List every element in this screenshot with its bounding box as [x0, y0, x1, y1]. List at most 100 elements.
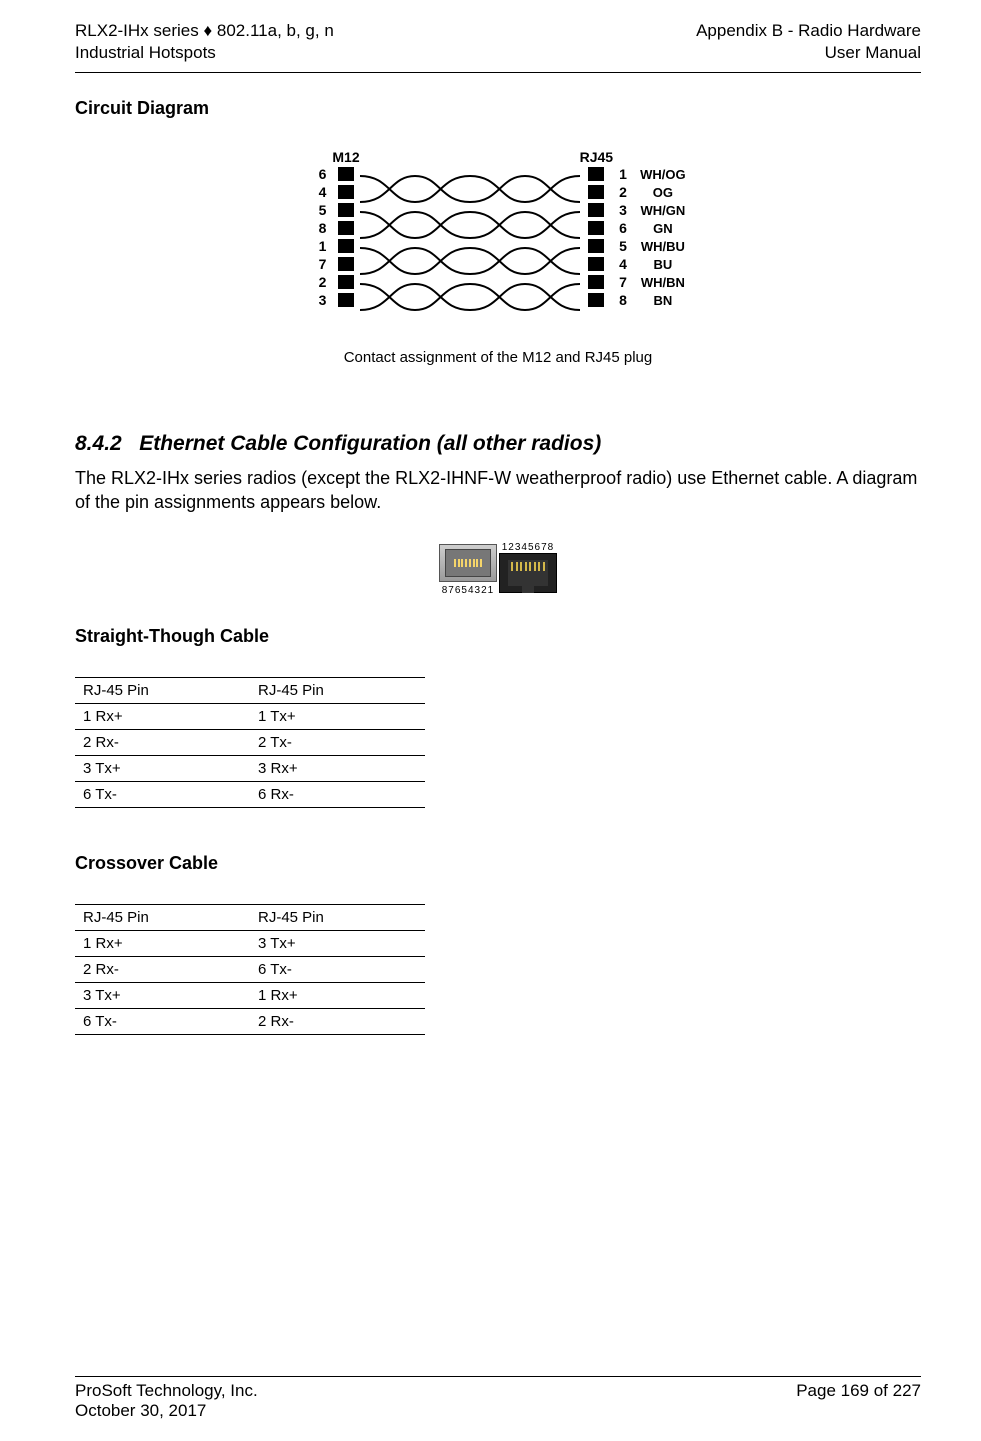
m12-block-icon	[338, 293, 354, 307]
table-cell: 2 Rx-	[250, 1008, 425, 1034]
section-heading: 8.4.2 Ethernet Cable Configuration (all …	[75, 432, 921, 456]
header-product: RLX2-IHx series ♦ 802.11a, b, g, n	[75, 20, 334, 42]
section-number: 8.4.2	[75, 432, 122, 455]
rj45-block-icon	[588, 221, 604, 235]
rj45-pin: 8	[613, 291, 635, 309]
circuit-diagram-heading: Circuit Diagram	[75, 98, 921, 119]
m12-block-icon	[338, 203, 354, 217]
table-cell: 2 Rx-	[75, 729, 250, 755]
rj45-block-icon	[588, 185, 604, 199]
rj45-plug-icon	[439, 540, 497, 585]
rj45-block-icon	[588, 275, 604, 289]
wire-color: BU	[635, 255, 686, 273]
table-cell: 2 Tx-	[250, 729, 425, 755]
rj45-jack-icon	[499, 553, 557, 593]
rj45-pin: 5	[613, 237, 635, 255]
wire-color: BN	[635, 291, 686, 309]
wire-row: 6 1 WH/OG	[310, 165, 685, 183]
header-right: Appendix B - Radio Hardware User Manual	[696, 20, 921, 64]
table-cell: 1 Rx+	[75, 703, 250, 729]
table-row: 1 Rx+3 Tx+	[75, 930, 425, 956]
footer-divider	[75, 1376, 921, 1377]
section-body: The RLX2-IHx series radios (except the R…	[75, 466, 921, 515]
footer-left: ProSoft Technology, Inc. October 30, 201…	[75, 1381, 258, 1421]
header-subtitle: Industrial Hotspots	[75, 42, 334, 64]
m12-pin: 7	[310, 255, 332, 273]
circuit-diagram: M12 RJ45 6 1 WH/OG 4 2 OG 5	[75, 149, 921, 367]
footer-page-number: Page 169 of 227	[796, 1381, 921, 1421]
wire-row: 1 5 WH/BU	[310, 237, 685, 255]
rj45-block-icon	[588, 293, 604, 307]
rj45-block-icon	[588, 239, 604, 253]
table-cell: 6 Tx-	[75, 1008, 250, 1034]
page-footer: ProSoft Technology, Inc. October 30, 201…	[75, 1376, 921, 1421]
table-cell: 2 Rx-	[75, 956, 250, 982]
header-divider	[75, 72, 921, 73]
crossover-table: RJ-45 Pin RJ-45 Pin 1 Rx+3 Tx+2 Rx-6 Tx-…	[75, 904, 425, 1035]
diagram-caption: Contact assignment of the M12 and RJ45 p…	[310, 349, 685, 366]
rj45-bottom-numbers: 87654321	[442, 585, 495, 596]
table-cell: 1 Rx+	[250, 982, 425, 1008]
wire-color: GN	[635, 219, 686, 237]
page-content: Circuit Diagram M12 RJ45 6 1 WH/OG 4	[75, 98, 921, 1035]
rj45-pin: 4	[613, 255, 635, 273]
m12-pin: 4	[310, 183, 332, 201]
wire-color: OG	[635, 183, 686, 201]
wire-color: WH/GN	[635, 201, 686, 219]
section-title: Ethernet Cable Configuration (all other …	[139, 432, 601, 455]
page-header: RLX2-IHx series ♦ 802.11a, b, g, n Indus…	[75, 20, 921, 64]
table-header: RJ-45 Pin	[75, 904, 250, 930]
wire-pair-icon	[360, 273, 580, 309]
m12-block-icon	[338, 275, 354, 289]
m12-pin: 3	[310, 291, 332, 309]
table-cell: 6 Rx-	[250, 781, 425, 807]
wire-pair-icon	[360, 201, 580, 237]
rj45-pin: 6	[613, 219, 635, 237]
table-header: RJ-45 Pin	[250, 677, 425, 703]
diagram-label-rj45: RJ45	[580, 149, 613, 165]
header-left: RLX2-IHx series ♦ 802.11a, b, g, n Indus…	[75, 20, 334, 64]
table-row: 3 Tx+1 Rx+	[75, 982, 425, 1008]
table-row: 6 Tx-6 Rx-	[75, 781, 425, 807]
rj45-block-icon	[588, 167, 604, 181]
table-cell: 3 Tx+	[75, 982, 250, 1008]
rj45-pin: 3	[613, 201, 635, 219]
table-row: RJ-45 Pin RJ-45 Pin	[75, 904, 425, 930]
wire-pair-icon	[360, 237, 580, 273]
m12-pin: 5	[310, 201, 332, 219]
diagram-label-m12: M12	[332, 149, 359, 165]
straight-through-heading: Straight-Though Cable	[75, 626, 921, 647]
m12-block-icon	[338, 239, 354, 253]
table-row: RJ-45 Pin RJ-45 Pin	[75, 677, 425, 703]
table-header: RJ-45 Pin	[75, 677, 250, 703]
table-row: 3 Tx+3 Rx+	[75, 755, 425, 781]
wire-color: WH/BN	[635, 273, 686, 291]
rj45-pin: 7	[613, 273, 635, 291]
straight-through-table: RJ-45 Pin RJ-45 Pin 1 Rx+1 Tx+2 Rx-2 Tx-…	[75, 677, 425, 808]
m12-pin: 6	[310, 165, 332, 183]
m12-pin: 1	[310, 237, 332, 255]
rj45-diagram: 87654321 12345678	[75, 540, 921, 596]
rj45-pin: 2	[613, 183, 635, 201]
table-cell: 6 Tx-	[75, 781, 250, 807]
m12-pin: 8	[310, 219, 332, 237]
wire-pair-icon	[360, 165, 580, 201]
table-row: 1 Rx+1 Tx+	[75, 703, 425, 729]
table-cell: 3 Tx+	[75, 755, 250, 781]
table-cell: 1 Rx+	[75, 930, 250, 956]
table-cell: 3 Tx+	[250, 930, 425, 956]
rj45-top-numbers: 12345678	[502, 542, 555, 553]
rj45-block-icon	[588, 203, 604, 217]
table-row: 2 Rx-2 Tx-	[75, 729, 425, 755]
m12-block-icon	[338, 257, 354, 271]
rj45-pin: 1	[613, 165, 635, 183]
table-row: 6 Tx-2 Rx-	[75, 1008, 425, 1034]
m12-pin: 2	[310, 273, 332, 291]
footer-company: ProSoft Technology, Inc.	[75, 1381, 258, 1401]
table-row: 2 Rx-6 Tx-	[75, 956, 425, 982]
header-appendix: Appendix B - Radio Hardware	[696, 20, 921, 42]
wire-color: WH/BU	[635, 237, 686, 255]
table-cell: 6 Tx-	[250, 956, 425, 982]
wire-row: 5 3 WH/GN	[310, 201, 685, 219]
m12-block-icon	[338, 185, 354, 199]
